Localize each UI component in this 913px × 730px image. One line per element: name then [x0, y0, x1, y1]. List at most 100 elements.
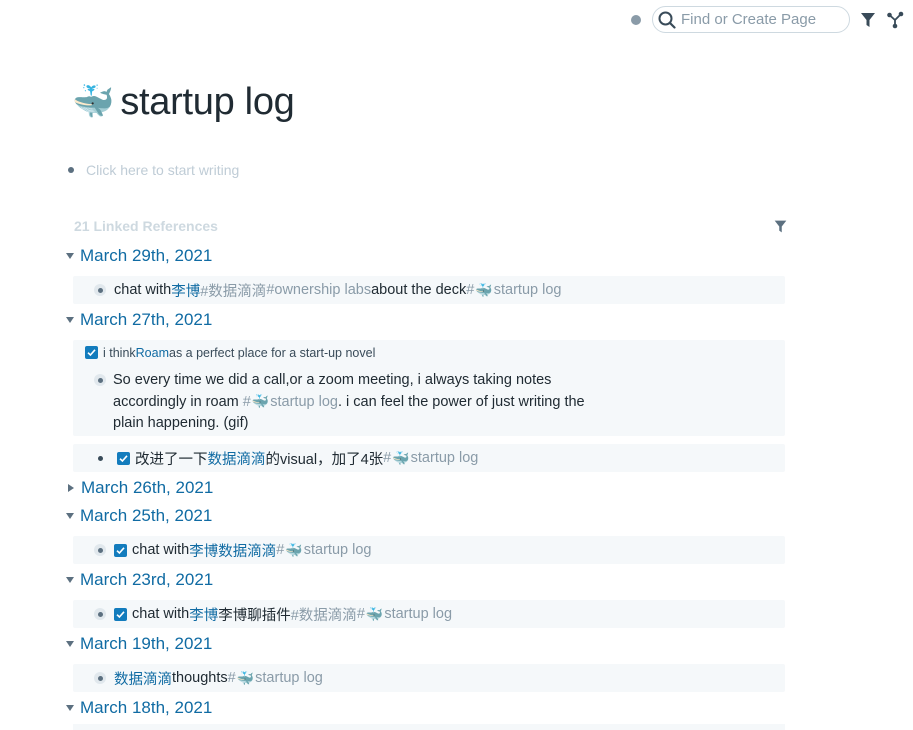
bullet-dot[interactable] — [98, 455, 103, 461]
checkbox-checked[interactable] — [85, 346, 98, 359]
reference-group-header[interactable]: March 23rd, 2021 — [66, 569, 213, 591]
tag-link[interactable]: startup log — [304, 542, 372, 558]
start-writing-placeholder[interactable]: Click here to start writing — [86, 162, 239, 178]
date-link[interactable]: March 25th, 2021 — [80, 506, 212, 526]
whale-emoji-icon: 🐳 — [475, 281, 493, 298]
caret-down-icon[interactable] — [66, 513, 74, 519]
sync-status-dot[interactable] — [631, 15, 641, 25]
tag-hash[interactable]: # — [466, 282, 474, 298]
bullet-dot[interactable] — [94, 608, 106, 620]
block-text: about the deck — [371, 282, 467, 298]
block-text: chat with — [114, 282, 172, 298]
page-link[interactable]: 李博 — [189, 540, 218, 561]
caret-down-icon[interactable] — [66, 641, 74, 647]
page-link[interactable]: Roam — [136, 346, 169, 360]
caret-down-icon[interactable] — [66, 317, 74, 323]
bullet-dot[interactable] — [94, 672, 106, 684]
checkmark-icon — [87, 349, 96, 357]
search-icon — [658, 11, 676, 29]
block-text: 改进了一下 — [135, 451, 208, 468]
date-link[interactable]: March 27th, 2021 — [80, 310, 212, 330]
block-paragraph[interactable]: So every time we did a call,or a zoom me… — [113, 370, 613, 434]
block-text: thoughts — [172, 670, 228, 686]
linked-references-header[interactable]: 21 Linked References — [74, 218, 218, 234]
block-row[interactable]: 改进了一下 数据滴滴 的visual，加了4张 # 🐳 startup log — [95, 448, 478, 468]
tag-link[interactable]: #数据滴滴 — [200, 280, 266, 301]
whale-emoji-icon: 🐳 — [251, 393, 270, 409]
tag-hash[interactable]: # — [276, 542, 284, 558]
reference-group-header[interactable]: March 18th, 2021 — [66, 697, 212, 719]
page-link[interactable]: 数据滴滴 — [218, 540, 276, 561]
references-filter-icon[interactable] — [773, 219, 788, 234]
search-box[interactable] — [652, 6, 850, 33]
block-text: chat with — [132, 606, 190, 622]
caret-down-icon[interactable] — [66, 705, 74, 711]
caret-down-icon[interactable] — [66, 253, 74, 259]
reference-group-header[interactable]: March 19th, 2021 — [66, 633, 212, 655]
bullet-dot[interactable] — [94, 374, 106, 386]
date-link[interactable]: March 26th, 2021 — [81, 478, 213, 498]
block-row[interactable]: chat with 李博 数据滴滴 # 🐳 startup log — [94, 540, 371, 560]
caret-right-icon[interactable] — [68, 484, 74, 492]
tag-link[interactable]: startup log — [411, 450, 479, 466]
block-text: . i can feel the power of just writing t… — [337, 394, 585, 410]
checkmark-icon — [116, 546, 125, 554]
tag-link[interactable]: startup log — [255, 670, 323, 686]
page-link[interactable]: 数据滴滴 — [208, 448, 266, 469]
breadcrumb-text: i think — [103, 345, 136, 360]
checkbox-checked[interactable] — [114, 543, 127, 557]
checkmark-icon — [116, 610, 125, 618]
breadcrumb-row[interactable]: i think Roam as a perfect place for a st… — [85, 344, 375, 361]
bullet-dot[interactable] — [68, 167, 74, 173]
checkbox-checked[interactable] — [114, 607, 127, 621]
whale-emoji-icon: 🐳 — [72, 83, 115, 121]
tag-link[interactable]: #数据滴滴 — [291, 604, 357, 625]
tag-hash[interactable]: # — [383, 450, 391, 466]
bullet-dot[interactable] — [94, 544, 106, 556]
checkmark-icon — [119, 454, 128, 462]
tag-hash[interactable]: # — [228, 670, 236, 686]
block-row[interactable]: chat with 李博 #数据滴滴 #ownership labs about… — [94, 280, 561, 300]
date-link[interactable]: March 18th, 2021 — [80, 698, 212, 718]
reference-group-header[interactable]: March 25th, 2021 — [66, 505, 212, 527]
tag-link[interactable]: startup log — [384, 606, 452, 622]
graph-icon[interactable] — [886, 11, 904, 29]
empty-block[interactable]: Click here to start writing — [68, 160, 239, 180]
reference-block — [73, 724, 785, 730]
page-title[interactable]: 🐳 startup log — [72, 78, 295, 126]
search-input[interactable] — [681, 10, 841, 29]
reference-group-header[interactable]: March 26th, 2021 — [66, 477, 213, 499]
tag-link[interactable]: #ownership labs — [266, 282, 371, 298]
reference-group-header[interactable]: March 27th, 2021 — [66, 309, 212, 331]
tag-hash[interactable]: # — [243, 394, 251, 410]
bullet-dot[interactable] — [94, 284, 106, 296]
caret-down-icon[interactable] — [66, 577, 74, 583]
date-link[interactable]: March 23rd, 2021 — [80, 570, 213, 590]
date-link[interactable]: March 29th, 2021 — [80, 246, 212, 266]
reference-group-header[interactable]: March 29th, 2021 — [66, 245, 212, 267]
topbar — [0, 0, 913, 40]
block-text: 李博聊插件 — [218, 607, 291, 624]
breadcrumb-text: as a perfect place for a start-up novel — [169, 345, 376, 360]
page-link[interactable]: 李博 — [171, 280, 200, 301]
tag-link[interactable]: startup log — [270, 394, 338, 410]
block-text: accordingly in roam — [113, 394, 243, 410]
date-link[interactable]: March 19th, 2021 — [80, 634, 212, 654]
block-line: plain happening. (gif) — [113, 415, 249, 431]
page-title-text: startup log — [120, 80, 295, 123]
checkbox-checked[interactable] — [117, 451, 130, 465]
block-line: accordingly in roam #🐳startup log. i can… — [113, 391, 613, 413]
tag-link[interactable]: startup log — [494, 282, 562, 298]
block-row[interactable]: 数据滴滴 thoughts # 🐳 startup log — [94, 668, 323, 688]
block-text: chat with — [132, 542, 190, 558]
whale-emoji-icon: 🐳 — [236, 669, 255, 686]
block-row[interactable]: chat with 李博 李博聊插件 #数据滴滴 # 🐳 startup log — [94, 604, 452, 624]
filter-icon[interactable] — [859, 11, 877, 29]
whale-emoji-icon: 🐳 — [285, 541, 303, 558]
block-text: 的visual，加了4张 — [265, 451, 384, 468]
tag-hash[interactable]: # — [357, 606, 365, 622]
block-line: So every time we did a call,or a zoom me… — [113, 372, 552, 388]
whale-emoji-icon: 🐳 — [392, 449, 410, 466]
page-link[interactable]: 李博 — [189, 604, 218, 625]
page-link[interactable]: 数据滴滴 — [114, 668, 172, 689]
